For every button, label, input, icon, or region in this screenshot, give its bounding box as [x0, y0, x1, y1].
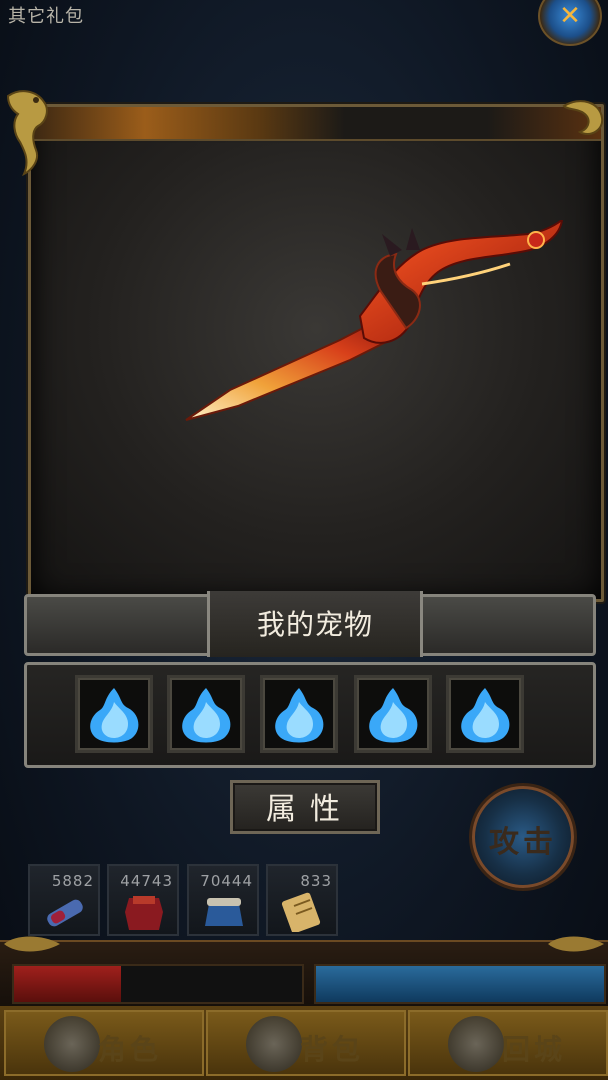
pet-panel: 我的宠物 — [12, 582, 604, 774]
blue-flame-icon — [90, 688, 139, 743]
pet-panel-title: 我的宠物 — [256, 608, 373, 641]
scroll-ornament-icon — [562, 100, 604, 136]
nav-character-button[interactable]: 角色 — [4, 1010, 204, 1076]
item-count: 833 — [300, 872, 332, 890]
pet-title-plate: 我的宠物 — [207, 591, 423, 657]
nav-label: 回城 — [502, 1033, 567, 1066]
blue-flame-icon — [369, 688, 418, 743]
blue-potion-icon — [47, 899, 83, 927]
nav-label: 角色 — [98, 1033, 163, 1066]
nav-return-town-button[interactable]: 回城 — [408, 1010, 608, 1076]
item-slot-1[interactable]: 5882 — [28, 864, 100, 936]
item-count: 5882 — [51, 872, 94, 890]
blue-flame-icon — [275, 688, 324, 743]
hp-bar — [12, 964, 304, 1004]
status-bars — [0, 936, 608, 1008]
nav-label: 背包 — [300, 1033, 365, 1066]
pet-slot-5[interactable] — [446, 675, 524, 753]
ornament-icon — [4, 936, 60, 952]
mp-fill — [316, 966, 604, 1002]
pet-title-bar: 我的宠物 — [24, 591, 596, 657]
ornament-icon — [548, 936, 604, 952]
item-slot-4[interactable]: 833 — [266, 864, 338, 936]
blue-flame-icon — [461, 688, 510, 743]
close-button[interactable]: ✕ — [538, 0, 602, 46]
item-slot-3[interactable]: 70444 — [187, 864, 259, 936]
attack-label: 攻击 — [489, 825, 557, 860]
item-count: 44743 — [120, 872, 173, 890]
bottom-nav: 角色 背包 回城 — [0, 1006, 608, 1080]
red-armor-icon — [125, 896, 163, 930]
pet-slot-2[interactable] — [167, 675, 245, 753]
flame-sword-icon — [185, 220, 564, 421]
pet-slots — [24, 662, 596, 768]
showcase-header — [31, 107, 601, 141]
top-label: 其它礼包 — [8, 6, 84, 27]
pet-slot-1[interactable] — [75, 675, 153, 753]
attack-button[interactable]: 攻击 — [472, 786, 574, 888]
bag-icon — [246, 1016, 302, 1072]
character-icon — [44, 1016, 100, 1072]
scroll-icon — [281, 892, 321, 932]
blue-flame-icon — [182, 688, 231, 743]
horse-ornament-icon — [6, 90, 48, 176]
item-slot-2[interactable]: 44743 — [107, 864, 179, 936]
pet-slot-4[interactable] — [354, 675, 432, 753]
pet-slot-3[interactable] — [260, 675, 338, 753]
hp-fill — [14, 966, 121, 1002]
mp-bar — [314, 964, 606, 1004]
nav-bag-button[interactable]: 背包 — [206, 1010, 406, 1076]
return-town-icon — [448, 1016, 504, 1072]
close-icon: ✕ — [559, 1, 581, 31]
attribute-button[interactable]: 属性 — [230, 780, 380, 834]
item-count: 70444 — [200, 872, 253, 890]
blue-pot-icon — [205, 898, 243, 926]
